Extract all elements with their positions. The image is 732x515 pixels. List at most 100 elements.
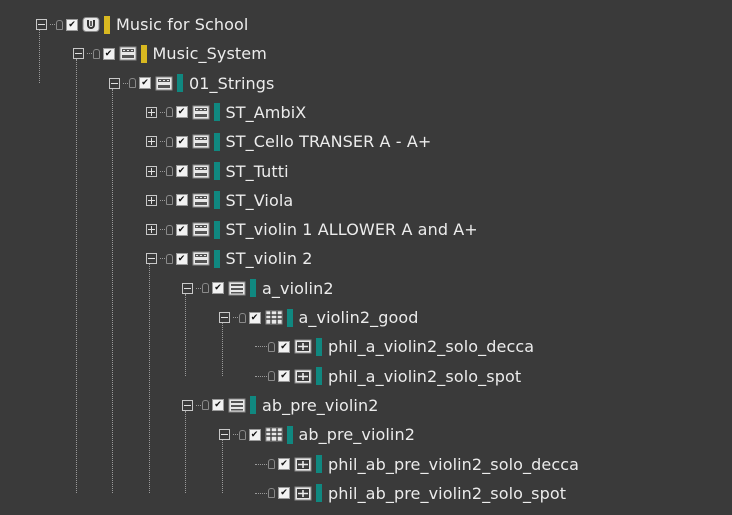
tree-item-label: ST_violin 1 ALLOWER A and A+ [225, 220, 478, 240]
tree-item[interactable]: ✔ 01_Strings [109, 69, 274, 98]
enabled-checkbox[interactable]: ✔ [175, 106, 188, 119]
link-icon[interactable] [165, 107, 173, 118]
collapse-icon[interactable] [36, 19, 47, 30]
tree-branch-line [86, 53, 92, 55]
tree-item[interactable]: ✔ phil_a_violin2_solo_spot [255, 362, 521, 391]
expand-icon[interactable] [145, 194, 157, 206]
link-icon[interactable] [238, 312, 246, 323]
tree-item[interactable]: ✔ ST_Cello TRANSER A - A+ [145, 127, 432, 156]
tree-branch-line [255, 492, 267, 494]
tree-branch-line [159, 199, 165, 201]
link-icon[interactable] [92, 48, 100, 59]
color-tag [213, 220, 220, 239]
expand-icon[interactable] [145, 106, 157, 118]
tree-connector-line [148, 264, 150, 493]
sound-icon [294, 369, 312, 384]
enabled-checkbox[interactable]: ✔ [102, 47, 115, 60]
enabled-checkbox[interactable]: ✔ [175, 165, 188, 177]
enabled-checkbox[interactable]: ✔ [278, 458, 290, 470]
color-tag [140, 44, 147, 63]
collapse-icon[interactable] [145, 253, 157, 265]
collapse-icon[interactable] [218, 312, 230, 323]
color-tag [213, 132, 220, 151]
tree-item-label: Music for School [116, 15, 249, 34]
color-tag [104, 15, 110, 34]
tree-branch-line [196, 404, 201, 406]
collapse-icon[interactable] [182, 282, 193, 294]
tree-item[interactable]: ✔ a_violin2 [182, 274, 334, 303]
enabled-checkbox[interactable]: ✔ [212, 282, 224, 295]
expand-icon[interactable] [145, 136, 157, 148]
enabled-checkbox[interactable]: ✔ [175, 135, 188, 148]
sound-icon [294, 339, 312, 354]
link-icon[interactable] [268, 371, 275, 382]
enabled-checkbox[interactable]: ✔ [278, 487, 290, 500]
tree-branch-line [159, 141, 165, 143]
tree-item[interactable]: ✔ ST_violin 1 ALLOWER A and A+ [145, 215, 478, 244]
folder-bus-icon [192, 134, 210, 149]
tree-item-label: 01_Strings [189, 73, 275, 93]
link-icon[interactable] [56, 19, 63, 30]
enabled-checkbox[interactable]: ✔ [139, 77, 151, 90]
collapse-icon[interactable] [218, 429, 230, 441]
collapse-icon[interactable] [182, 399, 193, 411]
tree-branch-line [159, 229, 165, 231]
link-icon[interactable] [165, 224, 173, 235]
link-icon[interactable] [268, 459, 275, 469]
tree-item[interactable]: ✔ ab_pre_violin2 [182, 391, 379, 420]
enabled-checkbox[interactable]: ✔ [66, 18, 78, 31]
link-icon[interactable] [238, 429, 246, 440]
link-icon[interactable] [129, 78, 136, 89]
enabled-checkbox[interactable]: ✔ [278, 370, 290, 383]
tree-item-label: Music_System [152, 44, 267, 64]
folder-bus-icon [192, 193, 210, 208]
link-icon[interactable] [165, 253, 173, 264]
grid-container-icon [265, 427, 283, 442]
tree-branch-line [123, 82, 128, 84]
color-tag [177, 74, 183, 93]
enabled-checkbox[interactable]: ✔ [175, 252, 188, 265]
enabled-checkbox[interactable]: ✔ [212, 399, 224, 412]
tree-item[interactable]: ✔ ST_Tutti [145, 157, 289, 186]
tree-item[interactable]: ✔ phil_ab_pre_violin2_solo_decca [255, 450, 579, 479]
color-tag [316, 337, 322, 356]
tree-branch-line [50, 24, 55, 25]
tree-item[interactable]: ✔ ST_Viola [145, 186, 294, 215]
tree-branch-line [159, 258, 165, 260]
enabled-checkbox[interactable]: ✔ [248, 428, 261, 441]
tree-connector-line [75, 59, 77, 493]
tree-item[interactable]: ✔ Music for School [36, 10, 248, 39]
expand-icon[interactable] [145, 224, 157, 236]
tree-item-label: phil_ab_pre_violin2_solo_decca [328, 454, 580, 474]
tree-item[interactable]: ✔ ab_pre_violin2 [218, 420, 416, 449]
tree-item-label: ST_Cello TRANSER A - A+ [225, 132, 432, 152]
folder-bus-icon [119, 46, 137, 61]
tree-item[interactable]: ✔ Music_System [72, 39, 267, 68]
enabled-checkbox[interactable]: ✔ [175, 223, 188, 236]
tree-branch-line [255, 375, 267, 377]
actor-mixer-icon [228, 398, 246, 413]
link-icon[interactable] [202, 400, 209, 411]
enabled-checkbox[interactable]: ✔ [278, 340, 290, 353]
tree-item[interactable]: ✔ phil_a_violin2_solo_decca [255, 332, 534, 361]
tree-connector-line [185, 410, 186, 493]
link-icon[interactable] [268, 341, 275, 352]
tree-item[interactable]: ✔ ST_violin 2 [145, 244, 313, 273]
link-icon[interactable] [268, 488, 275, 499]
folder-bus-icon [192, 105, 210, 120]
tree-item[interactable]: ✔ a_violin2_good [218, 303, 419, 332]
link-icon[interactable] [202, 283, 209, 294]
tree-item-label: phil_a_violin2_solo_spot [328, 366, 522, 386]
tree-item[interactable]: ✔ ST_AmbiX [145, 98, 307, 127]
link-icon[interactable] [165, 136, 173, 147]
enabled-checkbox[interactable]: ✔ [175, 194, 188, 207]
enabled-checkbox[interactable]: ✔ [248, 311, 261, 324]
link-icon[interactable] [165, 166, 173, 176]
master-bus-icon [82, 17, 100, 32]
expand-icon[interactable] [145, 165, 157, 177]
collapse-icon[interactable] [109, 77, 120, 89]
link-icon[interactable] [165, 195, 173, 206]
tree-item-label: a_violin2_good [298, 308, 419, 327]
tree-item[interactable]: ✔ phil_ab_pre_violin2_solo_spot [255, 479, 566, 508]
collapse-icon[interactable] [72, 48, 84, 60]
